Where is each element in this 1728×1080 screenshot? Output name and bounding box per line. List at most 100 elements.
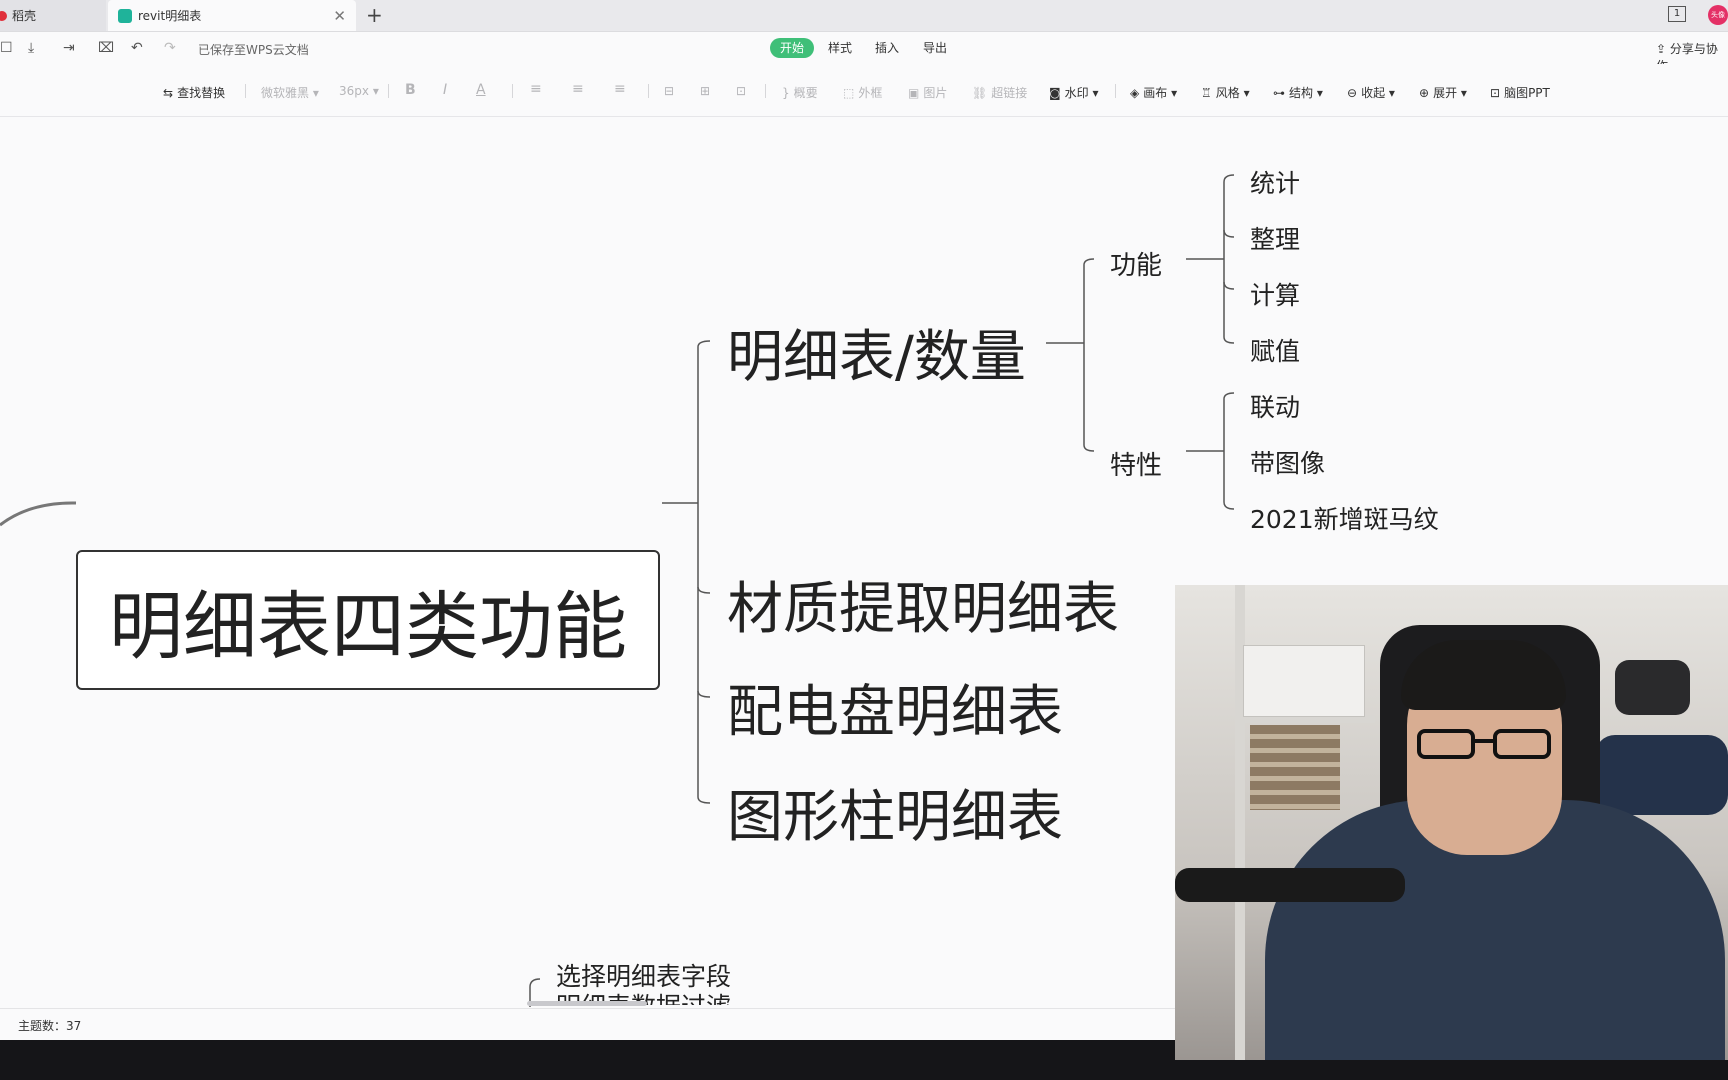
hyperlink-label: 超链接 (991, 86, 1028, 100)
divider (1115, 84, 1116, 98)
align-right-icon[interactable]: ≡ (614, 81, 626, 97)
download-icon[interactable]: ⤓ (28, 40, 34, 56)
new-tab-button[interactable]: + (366, 3, 383, 27)
find-replace-button[interactable]: ⇆ 查找替换 (163, 84, 225, 101)
topic-feature[interactable]: 特性 (1110, 445, 1162, 482)
ppt-icon: ⊡ (1490, 86, 1501, 100)
bold-button[interactable]: B (405, 82, 416, 98)
redo-icon[interactable]: ↷ (164, 40, 176, 56)
image-label: 图片 (923, 86, 948, 100)
collapse-icon: ⊖ (1347, 86, 1358, 100)
align-left-icon[interactable]: ≡ (530, 81, 542, 97)
menu-style[interactable]: 样式 (828, 38, 852, 58)
clothes (1595, 735, 1728, 815)
font-size-select[interactable]: 36px ▾ (339, 84, 379, 98)
font-select[interactable]: 微软雅黑 ▾ (261, 84, 319, 101)
topic-assign-value[interactable]: 赋值 (1250, 332, 1300, 368)
watermark-label: 水印 (1064, 86, 1089, 100)
find-replace-icon: ⇆ (163, 86, 174, 100)
structure-icon: ⊶ (1273, 86, 1285, 100)
export-icon[interactable]: ⇥ (63, 40, 75, 56)
avatar[interactable]: 头像 (1708, 5, 1728, 25)
link-icon: ⛓ (972, 86, 988, 100)
find-replace-label: 查找替换 (177, 86, 226, 100)
microphone (1175, 868, 1405, 902)
close-icon[interactable]: ✕ (333, 7, 346, 25)
divider (245, 84, 246, 98)
font-color-button[interactable]: A (476, 82, 486, 98)
summary-button[interactable]: } 概要 (782, 84, 818, 101)
topic-with-image[interactable]: 带图像 (1250, 444, 1325, 480)
horizontal-scrollbar[interactable] (527, 1001, 647, 1006)
structure-label: 结构 (1289, 86, 1314, 100)
menu-start[interactable]: 开始 (770, 38, 815, 58)
mindmap-ppt-label: 脑图PPT (1504, 86, 1550, 100)
docer-icon (0, 10, 7, 21)
topic-function[interactable]: 功能 (1110, 245, 1162, 282)
expand-label: 展开 (1433, 86, 1458, 100)
topic-calculate[interactable]: 计算 (1250, 276, 1300, 312)
summary-icon: } (782, 86, 790, 100)
image-icon: ▣ (908, 86, 920, 100)
tab-label: revit明细表 (138, 9, 202, 23)
topic-graphical-column-schedule[interactable]: 图形柱明细表 (727, 772, 1063, 853)
divider (648, 84, 649, 98)
mindmap-ppt-button[interactable]: ⊡ 脑图PPT (1490, 84, 1550, 101)
hyperlink-button[interactable]: ⛓ 超链接 (972, 84, 1027, 101)
font-size-label: 36px (339, 84, 369, 98)
style-button[interactable]: ♖ 风格 ▾ (1201, 84, 1250, 101)
books (1250, 725, 1340, 810)
menu-insert[interactable]: 插入 (875, 38, 899, 58)
topic-linkage[interactable]: 联动 (1250, 388, 1300, 424)
expand-icon: ⊕ (1419, 86, 1430, 100)
structure-button[interactable]: ⊶ 结构 ▾ (1273, 84, 1323, 101)
topic-material-takeoff[interactable]: 材质提取明细表 (727, 564, 1119, 645)
topic-count: 主题数：37 (18, 1019, 82, 1033)
style-label: 风格 (1215, 86, 1240, 100)
topic-schedule-quantity[interactable]: 明细表/数量 (727, 312, 1026, 393)
divider (765, 84, 766, 98)
watermark-button[interactable]: ◙ 水印 ▾ (1049, 84, 1099, 101)
tab-revit-schedule[interactable]: revit明细表 ✕ (108, 0, 356, 31)
tab-docer[interactable]: 稻壳 (0, 0, 106, 31)
italic-button[interactable]: I (443, 82, 447, 98)
paint-bucket-icon: ◈ (1130, 86, 1140, 100)
mindmap-doc-icon (118, 8, 132, 23)
window-count-icon[interactable]: 1 (1668, 6, 1686, 22)
webcam-overlay (1175, 585, 1728, 1060)
frame-button[interactable]: ⬚ 外框 (843, 84, 882, 101)
undo-icon[interactable]: ↶ (131, 40, 143, 56)
share-icon: ⇪ (1656, 42, 1670, 56)
layout-icon-3[interactable]: ⊡ (736, 84, 746, 98)
quick-access-bar: ☐ ⤓ ⇥ ⌧ ↶ ↷ 已保存至WPS云文档 开始 样式 插入 导出 ⇪ 分享与… (0, 32, 1728, 73)
align-center-icon[interactable]: ≡ (572, 81, 584, 97)
save-status: 已保存至WPS云文档 (198, 43, 309, 57)
canvas-button[interactable]: ◈ 画布 ▾ (1130, 84, 1177, 101)
topic-zebra-stripes[interactable]: 2021新增斑马纹 (1250, 500, 1439, 536)
tab-label: 稻壳 (12, 9, 37, 23)
tab-bar: 稻壳 revit明细表 ✕ + 1 头像 (0, 0, 1728, 32)
format-painter-icon[interactable]: ⌧ (98, 40, 114, 56)
root-topic[interactable]: 明细表四类功能 (76, 550, 660, 690)
presenter-hair (1401, 640, 1566, 710)
glasses (1417, 729, 1551, 759)
topic-organize[interactable]: 整理 (1250, 220, 1300, 256)
expand-button[interactable]: ⊕ 展开 ▾ (1419, 84, 1467, 101)
canvas-label: 画布 (1143, 86, 1168, 100)
file-menu-icon[interactable]: ☐ (0, 40, 13, 56)
collapse-button[interactable]: ⊖ 收起 ▾ (1347, 84, 1395, 101)
collapse-label: 收起 (1361, 86, 1386, 100)
layout-icon-1[interactable]: ⊟ (664, 84, 674, 98)
menu-export[interactable]: 导出 (923, 38, 947, 58)
frame-icon: ⬚ (843, 86, 855, 100)
topic-panel-schedule[interactable]: 配电盘明细表 (727, 667, 1063, 748)
toolbar: ⇆ 查找替换 微软雅黑 ▾ 36px ▾ B I A ≡ ≡ ≡ ⊟ ⊞ ⊡ } 概… (0, 64, 1728, 117)
divider (512, 84, 513, 98)
summary-label: 概要 (793, 86, 818, 100)
printer (1243, 645, 1365, 717)
topic-statistics[interactable]: 统计 (1250, 164, 1300, 200)
layout-icon-2[interactable]: ⊞ (700, 84, 710, 98)
watermark-icon: ◙ (1049, 86, 1061, 100)
image-button[interactable]: ▣ 图片 (908, 84, 947, 101)
frame-label: 外框 (858, 86, 883, 100)
